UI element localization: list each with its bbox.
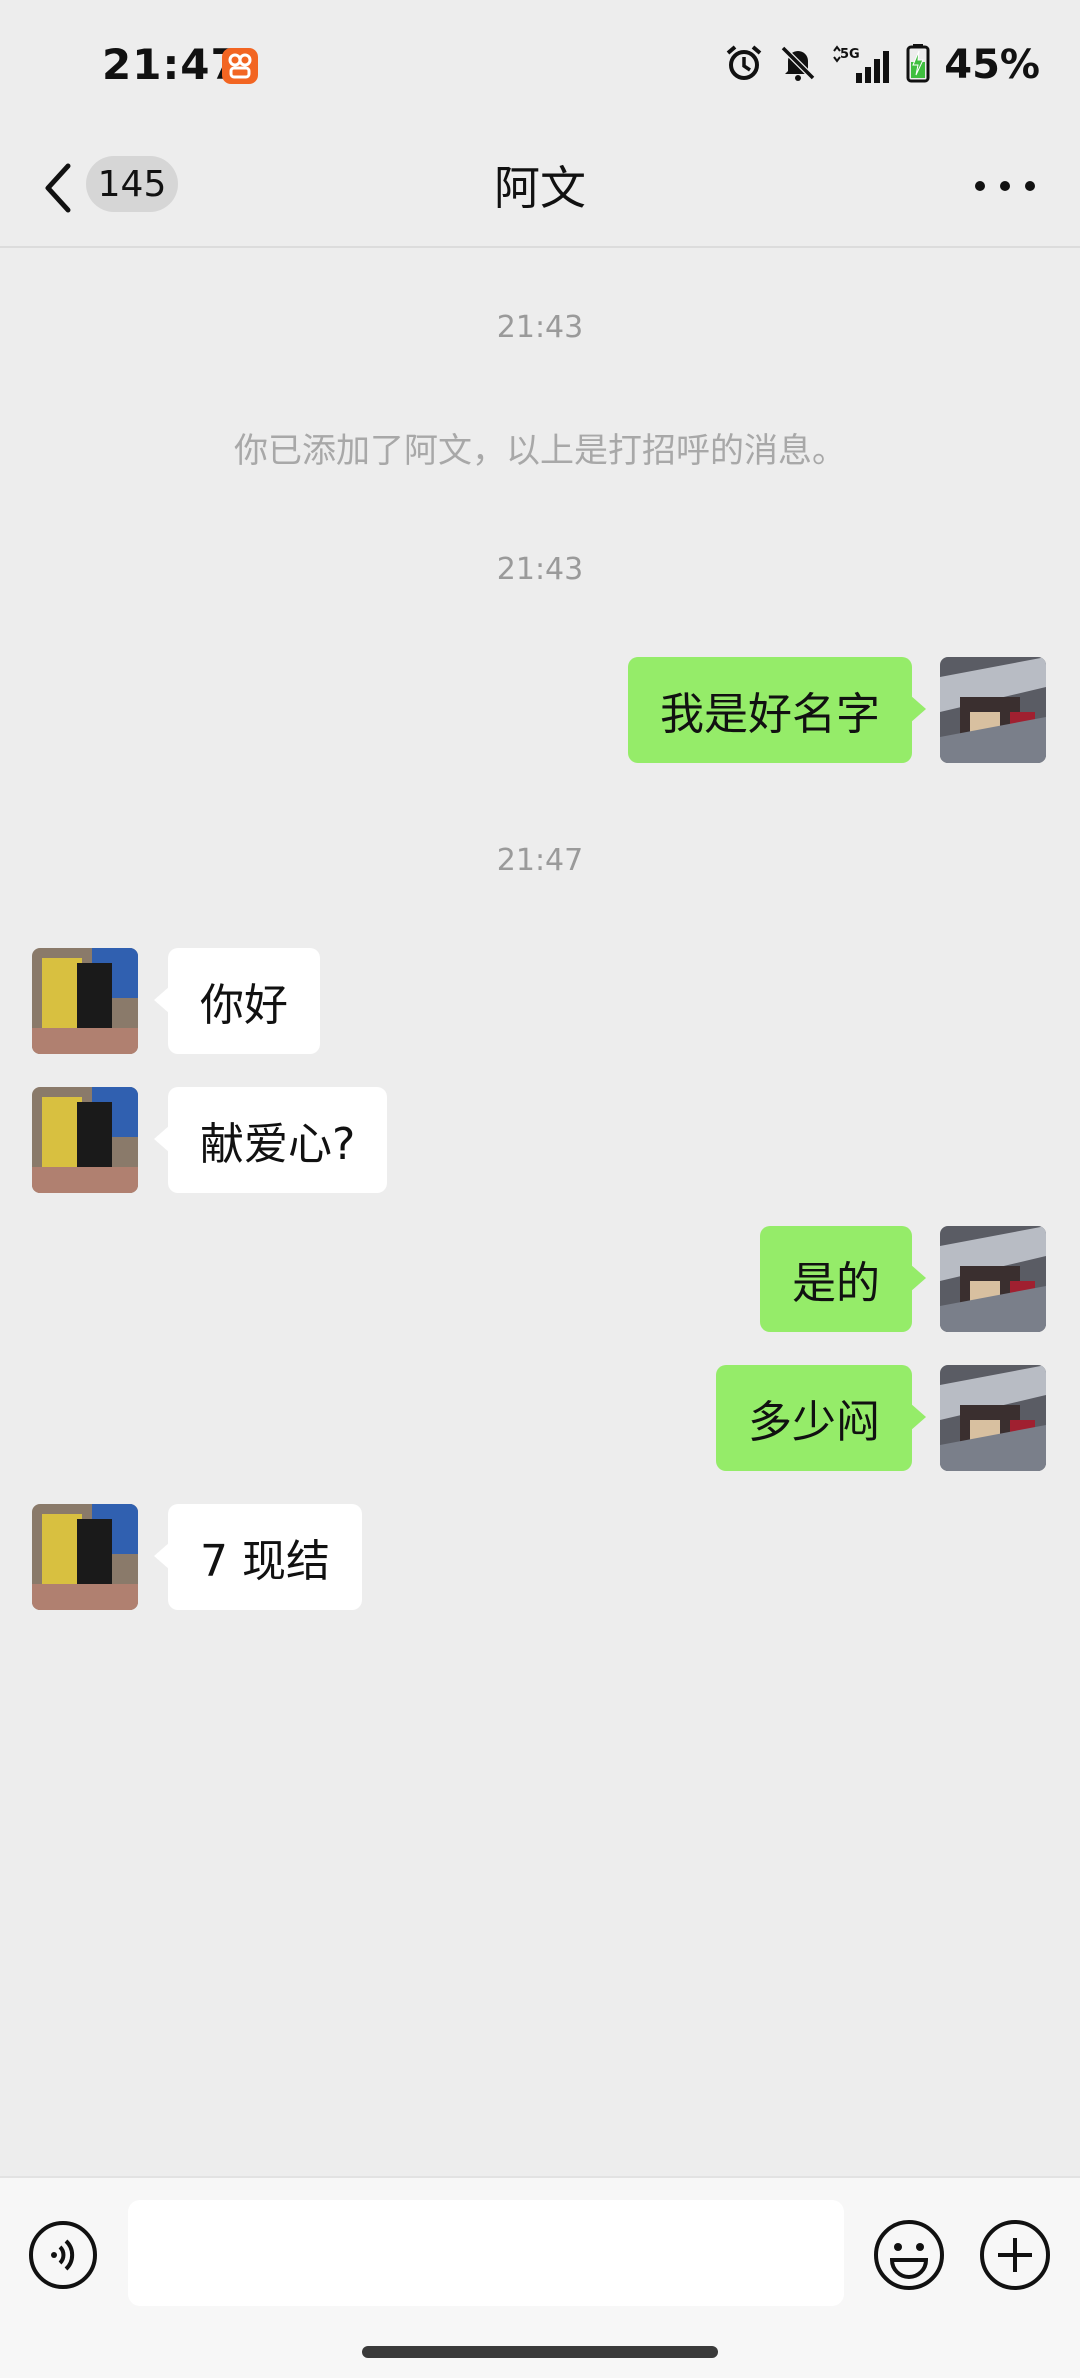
plus-icon: [980, 2220, 1050, 2290]
timestamp: 21:43: [496, 552, 584, 587]
timestamp: 21:43: [496, 310, 584, 345]
chat-header: 145 阿文: [0, 130, 1080, 248]
plus-button[interactable]: [978, 2218, 1052, 2292]
outgoing-message-bubble[interactable]: 多少闷: [716, 1365, 926, 1471]
outgoing-message-bubble[interactable]: 我是好名字: [628, 657, 926, 763]
emoji-icon: [874, 2220, 944, 2290]
status-time: 21:47: [102, 40, 241, 89]
input-bar: [0, 2176, 1080, 2378]
voice-icon: [29, 2221, 97, 2289]
contact-avatar[interactable]: [32, 1504, 138, 1610]
timestamp: 21:47: [496, 843, 584, 878]
outgoing-message-bubble[interactable]: 是的: [760, 1226, 926, 1332]
system-message: 你已添加了阿文，以上是打招呼的消息。: [234, 431, 846, 471]
mute-bell-icon: [778, 43, 818, 87]
contact-avatar[interactable]: [32, 948, 138, 1054]
battery-percent: 45%: [944, 42, 1040, 88]
svg-text:5G: 5G: [840, 47, 860, 62]
incoming-message-bubble[interactable]: 你好: [154, 948, 320, 1054]
voice-button[interactable]: [28, 2220, 98, 2290]
message-input[interactable]: [128, 2200, 844, 2306]
contact-avatar[interactable]: [32, 1087, 138, 1193]
status-icons: 5G 45%: [724, 40, 1040, 90]
my-avatar[interactable]: [940, 1365, 1046, 1471]
home-indicator[interactable]: [362, 2346, 718, 2358]
my-avatar[interactable]: [940, 1226, 1046, 1332]
incoming-message-bubble[interactable]: 7 现结: [154, 1504, 362, 1610]
more-icon: [975, 181, 1035, 191]
my-avatar[interactable]: [940, 657, 1046, 763]
battery-charging-icon: [906, 43, 930, 87]
status-bar: 21:47 5G 45%: [0, 0, 1080, 130]
alarm-icon: [724, 43, 764, 87]
more-options-button[interactable]: [970, 176, 1040, 196]
emoji-button[interactable]: [872, 2218, 946, 2292]
app-notification-icon: [222, 48, 258, 84]
incoming-message-bubble[interactable]: 献爱心?: [153, 1087, 388, 1193]
chat-title: 阿文: [494, 161, 586, 215]
5g-signal-icon: 5G: [832, 45, 892, 85]
